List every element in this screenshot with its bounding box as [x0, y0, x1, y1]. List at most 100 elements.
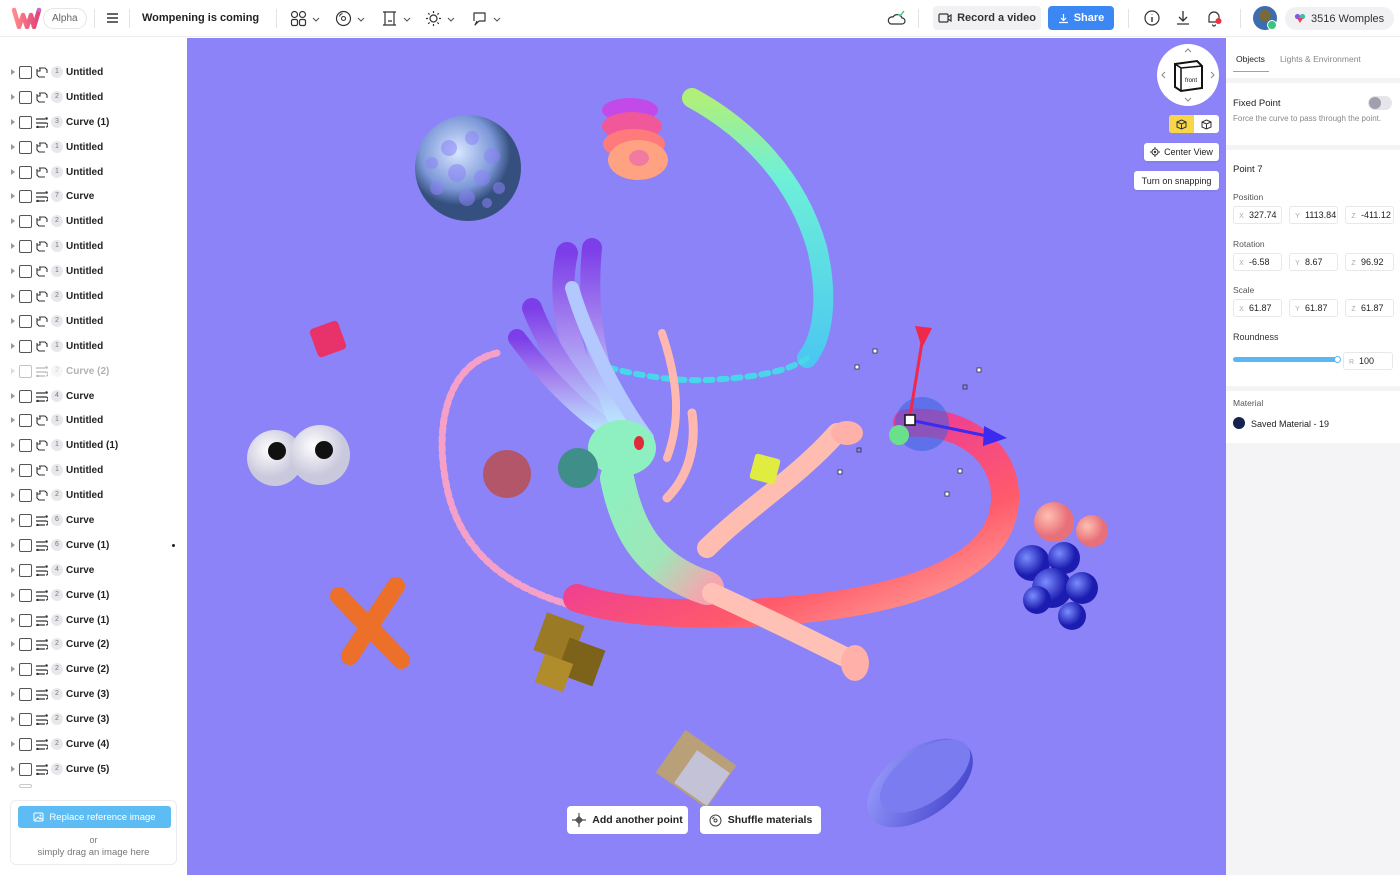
gold-block-object[interactable]: [533, 612, 606, 693]
notification-bell-icon[interactable]: [1205, 9, 1223, 27]
scene-canvas[interactable]: [187, 38, 1226, 875]
layer-row[interactable]: 2 Curve (1): [0, 608, 187, 633]
download-icon[interactable]: [1174, 9, 1192, 27]
layer-name[interactable]: Untitled: [66, 291, 103, 302]
layer-visibility-checkbox[interactable]: [19, 165, 32, 179]
layer-visibility-checkbox[interactable]: [19, 66, 32, 79]
layer-name[interactable]: Curve (1): [66, 590, 109, 601]
blue-glass-cluster-object[interactable]: [1014, 502, 1108, 630]
layer-row[interactable]: 2 Untitled: [0, 284, 187, 309]
layer-row[interactable]: 4 Curve: [0, 558, 187, 583]
light-tool-dropdown[interactable]: [425, 8, 456, 29]
view-mode-toggle[interactable]: [1169, 115, 1219, 133]
expand-caret-icon[interactable]: [11, 293, 15, 300]
layer-visibility-checkbox[interactable]: [19, 613, 32, 627]
layer-name[interactable]: Curve (5): [66, 764, 109, 775]
tab-lights-environment[interactable]: Lights & Environment: [1280, 54, 1361, 64]
expand-caret-icon[interactable]: [11, 243, 15, 250]
layer-visibility-checkbox[interactable]: [19, 663, 32, 677]
expand-caret-icon[interactable]: [11, 616, 15, 623]
expand-caret-icon[interactable]: [11, 541, 15, 548]
replace-reference-image-button[interactable]: Replace reference image: [18, 806, 171, 828]
position-x-input[interactable]: X 327.74: [1233, 206, 1282, 224]
layer-row[interactable]: 7 Curve: [0, 184, 187, 209]
layer-row[interactable]: 3 Curve (1): [0, 110, 187, 135]
expand-caret-icon[interactable]: [11, 467, 15, 474]
layer-row[interactable]: 2 Curve (3): [0, 707, 187, 732]
y-axis-arrow-handle[interactable]: [915, 326, 932, 348]
layer-name[interactable]: Untitled (1): [66, 440, 118, 451]
reference-image-dropzone[interactable]: Replace reference image or simply drag a…: [10, 800, 177, 865]
layer-name[interactable]: Untitled: [66, 142, 103, 153]
layer-name[interactable]: Curve: [66, 391, 94, 402]
layer-visibility-checkbox[interactable]: [19, 290, 32, 304]
expand-caret-icon[interactable]: [11, 93, 15, 100]
teal-glass-ball-object[interactable]: [558, 448, 598, 488]
layer-name[interactable]: Curve (2): [66, 366, 109, 377]
layer-row[interactable]: 2 Curve (2): [0, 657, 187, 682]
position-z-input[interactable]: Z -411.12: [1345, 206, 1394, 224]
layer-row[interactable]: 2 Curve (2): [0, 632, 187, 657]
layer-row[interactable]: 1 Untitled: [0, 160, 187, 185]
3d-viewport[interactable]: front Center View Turn on snapping Add a…: [187, 38, 1226, 875]
layer-visibility-checkbox[interactable]: [19, 115, 32, 129]
material-name[interactable]: Saved Material - 19: [1251, 419, 1329, 429]
layer-name[interactable]: Untitled: [66, 341, 103, 352]
layer-visibility-checkbox[interactable]: [19, 638, 32, 652]
layer-row[interactable]: 2 Untitled: [0, 309, 187, 334]
layer-name[interactable]: Curve: [66, 191, 94, 202]
layer-name[interactable]: Curve: [66, 565, 94, 576]
layer-visibility-checkbox[interactable]: [19, 215, 32, 229]
layer-name[interactable]: Untitled: [66, 316, 103, 327]
googly-eyes-object[interactable]: [247, 425, 350, 486]
frame-tool-dropdown[interactable]: [381, 8, 412, 29]
record-video-button[interactable]: Record a video: [933, 6, 1041, 30]
rotation-z-input[interactable]: Z 96.92: [1345, 253, 1394, 271]
layer-visibility-checkbox[interactable]: [19, 265, 32, 279]
scale-z-input[interactable]: Z 61.87: [1345, 299, 1394, 317]
layer-row[interactable]: 2 Curve (2): [0, 359, 187, 384]
expand-caret-icon[interactable]: [11, 342, 15, 349]
layer-row[interactable]: 2 Untitled: [0, 85, 187, 110]
position-y-input[interactable]: Y 1113.84: [1289, 206, 1338, 224]
layer-row[interactable]: 2 Untitled: [0, 483, 187, 508]
layer-name[interactable]: Curve (3): [66, 689, 109, 700]
orthographic-view-button[interactable]: [1194, 115, 1219, 133]
project-title[interactable]: Wompening is coming: [142, 12, 259, 24]
layer-row[interactable]: 1 Untitled: [0, 259, 187, 284]
layer-name[interactable]: Curve (2): [66, 639, 109, 650]
expand-caret-icon[interactable]: [11, 168, 15, 175]
hamburger-menu-icon[interactable]: [106, 12, 119, 24]
layer-visibility-checkbox[interactable]: [19, 339, 32, 353]
scale-y-input[interactable]: Y 61.87: [1289, 299, 1338, 317]
layer-name[interactable]: Curve (1): [66, 615, 109, 626]
layer-name[interactable]: Untitled: [66, 67, 103, 78]
layer-visibility-checkbox[interactable]: [19, 464, 32, 478]
layer-visibility-checkbox[interactable]: [19, 439, 32, 453]
rotation-y-input[interactable]: Y 8.67: [1289, 253, 1338, 271]
z-axis-handle[interactable]: [889, 425, 909, 445]
layer-visibility-checkbox[interactable]: [19, 538, 32, 552]
expand-caret-icon[interactable]: [11, 442, 15, 449]
selected-point-handle[interactable]: [904, 414, 916, 426]
expand-caret-icon[interactable]: [11, 517, 15, 524]
expand-caret-icon[interactable]: [11, 118, 15, 125]
material-swatch[interactable]: [1233, 417, 1245, 429]
expand-caret-icon[interactable]: [11, 193, 15, 200]
snapping-toggle-button[interactable]: Turn on snapping: [1134, 171, 1219, 190]
layer-row[interactable]: 2 Untitled: [0, 209, 187, 234]
layer-visibility-checkbox[interactable]: [19, 389, 32, 403]
share-button[interactable]: Share: [1048, 6, 1114, 30]
expand-caret-icon[interactable]: [11, 268, 15, 275]
expand-caret-icon[interactable]: [11, 143, 15, 150]
layer-row[interactable]: 1 Untitled: [0, 334, 187, 359]
expand-caret-icon[interactable]: [11, 716, 15, 723]
layer-visibility-checkbox[interactable]: [19, 90, 32, 104]
layer-visibility-checkbox[interactable]: [19, 190, 32, 204]
layer-visibility-checkbox[interactable]: [19, 314, 32, 328]
layer-name[interactable]: Curve (3): [66, 714, 109, 725]
layer-visibility-checkbox[interactable]: [19, 240, 32, 254]
layer-name[interactable]: Untitled: [66, 465, 103, 476]
layer-name[interactable]: Curve (2): [66, 664, 109, 675]
roundness-input[interactable]: R 100: [1343, 352, 1393, 370]
